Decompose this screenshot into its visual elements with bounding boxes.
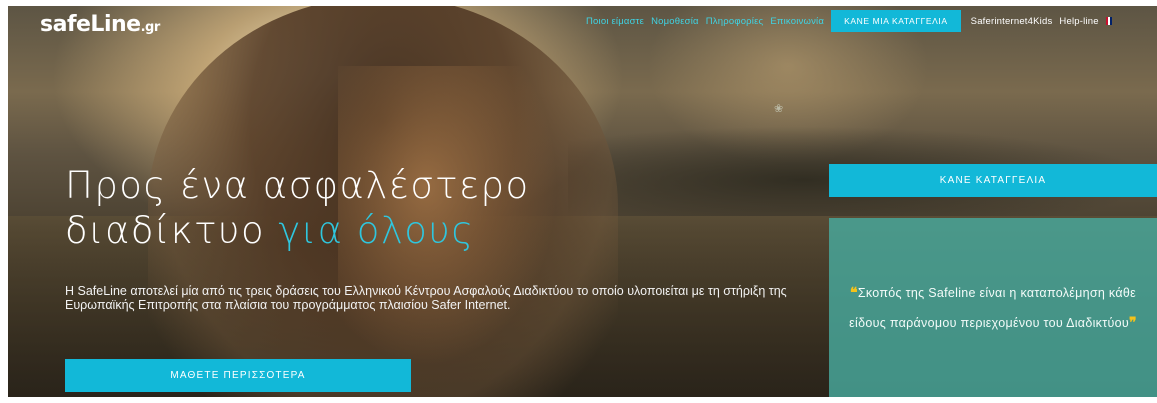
top-nav: Ποιοι είμαστε Νομοθεσία Πληροφορίες Επικ… — [586, 10, 1112, 32]
mission-statement: ❝Σκοπός της Safeline είναι η καταπολέμησ… — [848, 278, 1138, 338]
headline-accent: για όλους — [278, 209, 475, 252]
mission-box: ❝Σκοπός της Safeline είναι η καταπολέμησ… — [829, 218, 1157, 397]
uk-flag-icon[interactable] — [1105, 17, 1112, 25]
nav-link-about[interactable]: Ποιοι είμαστε — [586, 16, 644, 27]
hero-headline: Προς ένα ασφαλέστερο διαδίκτυο για όλους — [65, 163, 530, 253]
headline-line-1: Προς ένα ασφαλέστερο — [65, 164, 530, 207]
report-button[interactable]: ΚΑΝΕ ΚΑΤΑΓΓΕΛΙΑ — [829, 164, 1157, 197]
nav-link-contact[interactable]: Επικοινωνία — [770, 16, 824, 27]
logo-text: safeLine — [40, 12, 141, 37]
hero-description: Η SafeLine αποτελεί μία από τις τρεις δρ… — [65, 284, 787, 312]
headline-line-2: διαδίκτυο — [65, 209, 266, 252]
mission-text: Σκοπός της Safeline είναι η καταπολέμηση… — [849, 285, 1136, 330]
logo-tld: .gr — [140, 20, 161, 35]
nav-link-saferinternet4kids[interactable]: Saferinternet4Kids — [971, 16, 1053, 27]
nav-report-button[interactable]: ΚΑΝΕ ΜΙΑ ΚΑΤΑΓΓΕΛΙΑ — [831, 10, 961, 32]
nav-link-helpline[interactable]: Help-line — [1059, 16, 1098, 27]
plant-icon: ❀ — [774, 102, 784, 115]
open-quote-icon: ❝ — [850, 283, 858, 300]
learn-more-button[interactable]: ΜΑΘΕΤΕ ΠΕΡΙΣΣΟΤΕΡΑ — [65, 359, 411, 392]
nav-link-information[interactable]: Πληροφορίες — [706, 16, 764, 27]
close-quote-icon: ❞ — [1128, 313, 1137, 330]
nav-link-legislation[interactable]: Νομοθεσία — [651, 16, 699, 27]
site-logo[interactable]: safeLine.gr — [40, 12, 160, 37]
